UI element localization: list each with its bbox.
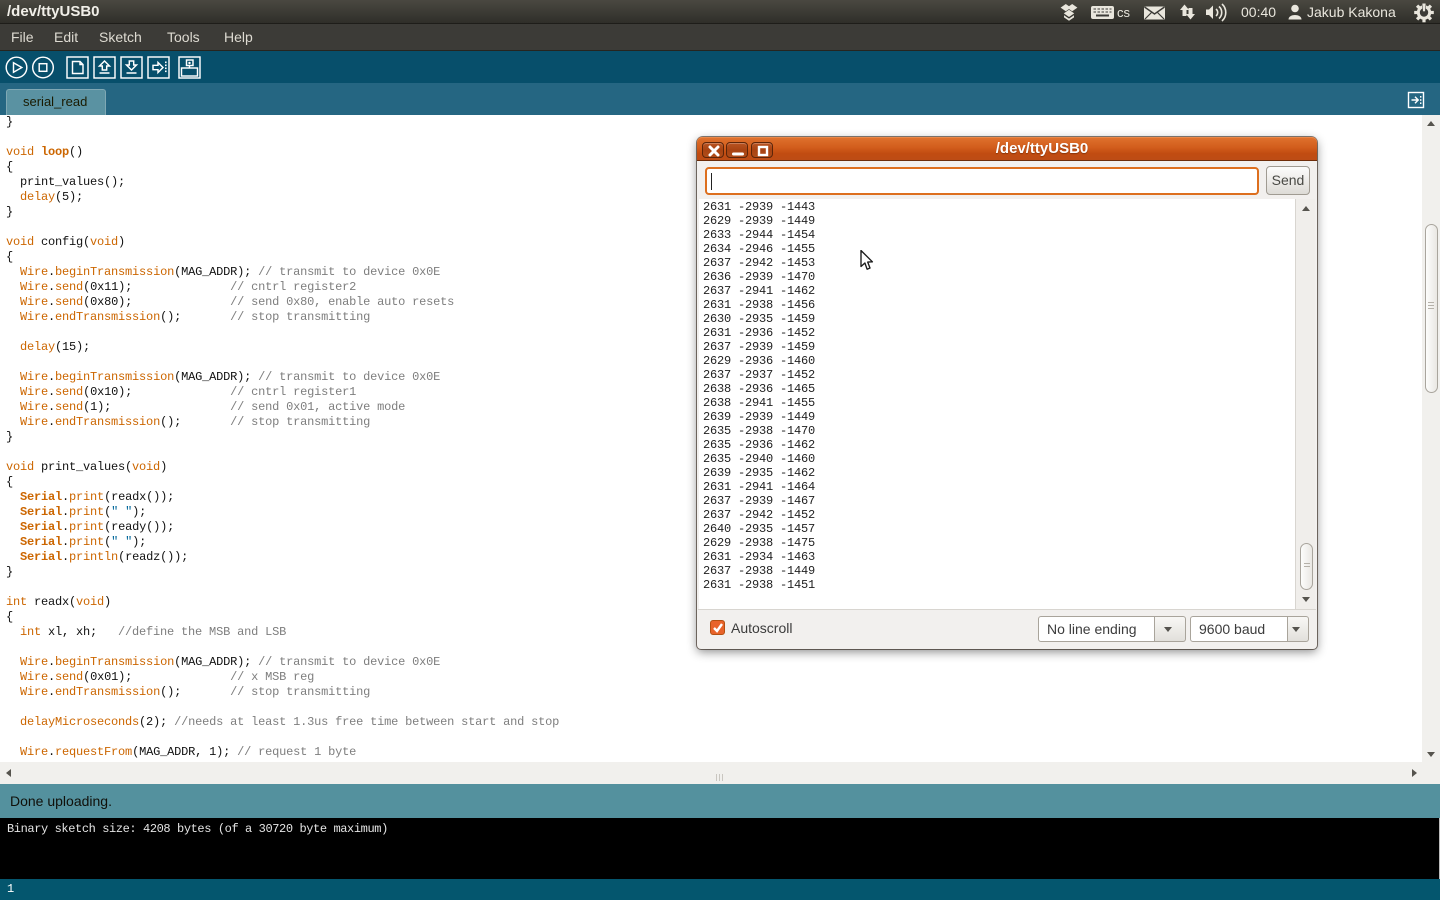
- svg-text:00:40: 00:40: [1241, 4, 1276, 20]
- svg-text:cs: cs: [1117, 5, 1131, 20]
- svg-text:Jakub Kakona: Jakub Kakona: [1307, 4, 1396, 20]
